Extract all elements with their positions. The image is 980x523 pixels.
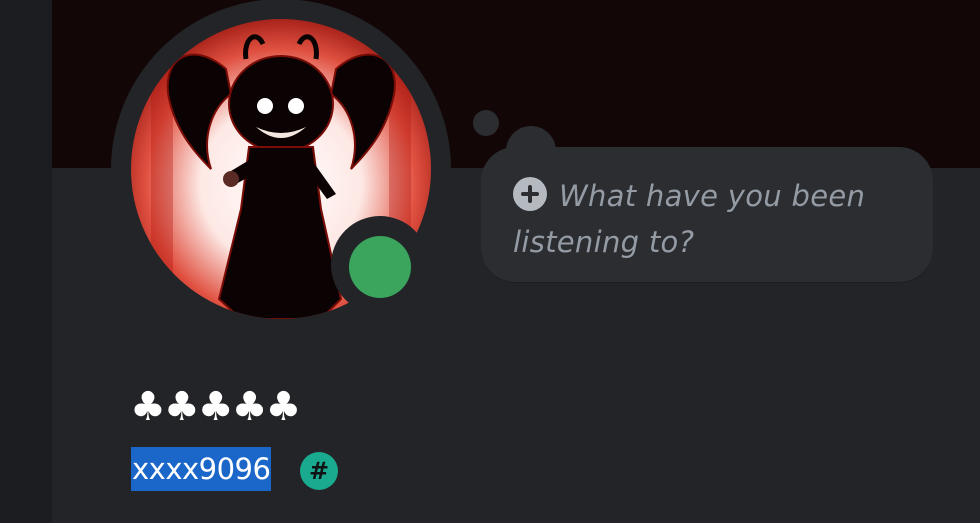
username-row: xxxx9096 #	[131, 447, 338, 491]
online-status-icon	[349, 236, 411, 298]
left-rail	[0, 0, 52, 523]
display-name: ♣♣♣♣♣	[130, 384, 301, 430]
username-badge-icon[interactable]: #	[300, 452, 338, 490]
thought-bubble-content[interactable]: What have you been listening to?	[513, 173, 893, 265]
username[interactable]: xxxx9096	[131, 447, 272, 491]
thought-bubble[interactable]: What have you been listening to?	[481, 147, 933, 282]
plus-circle-icon[interactable]	[513, 177, 547, 211]
thought-bubble-placeholder: What have you been listening to?	[513, 179, 866, 259]
thought-bubble-dot-small	[473, 110, 499, 136]
